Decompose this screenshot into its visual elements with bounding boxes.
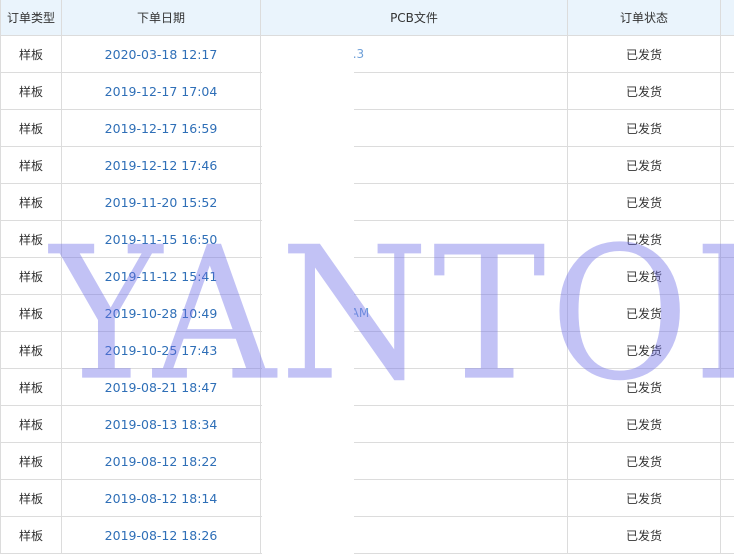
order-date-link[interactable]: 2019-11-12 15:41: [61, 257, 261, 295]
table-row[interactable]: 样板 2019-11-20 15:52 已发货: [0, 183, 734, 221]
pcb-file-cell[interactable]: [260, 405, 568, 443]
order-date-link[interactable]: 2019-12-17 16:59: [61, 109, 261, 147]
order-type-cell: 样板: [0, 405, 62, 443]
pcb-file-cell[interactable]: ...115: [260, 220, 568, 258]
order-date-link[interactable]: 2019-08-13 18:34: [61, 405, 261, 443]
pcb-file-cell[interactable]: ...191028_CAM: [260, 294, 568, 332]
table-header-row: 订单类型 下单日期 PCB文件 订单状态: [0, 0, 734, 36]
order-date-link[interactable]: 2019-11-15 16:50: [61, 220, 261, 258]
order-type-cell: 样板: [0, 479, 62, 517]
order-status-cell: 已发货: [567, 109, 721, 147]
table-row[interactable]: 样板 2019-08-21 18:47 已发货: [0, 368, 734, 406]
table-row[interactable]: 样板 2019-12-17 17:04 已发货: [0, 72, 734, 110]
order-status-cell: 已发货: [567, 442, 721, 480]
column-header-extra: [720, 0, 734, 36]
table-row[interactable]: 样板 2019-12-17 16:59 已发货: [0, 109, 734, 147]
order-type-cell: 样板: [0, 146, 62, 184]
pcb-file-link[interactable]: CA..._IND: [279, 528, 335, 542]
extra-cell: [720, 442, 734, 480]
orders-table: 订单类型 下单日期 PCB文件 订单状态 样板 2020-03-18 12:17.…: [0, 0, 734, 554]
order-date-link[interactable]: 2019-08-21 18:47: [61, 368, 261, 406]
table-row[interactable]: 样板 2019-10-28 10:49 ...191028_CAM 已发货: [0, 294, 734, 332]
pcb-file-cell[interactable]: [260, 72, 568, 110]
order-type-cell: 样板: [0, 72, 62, 110]
pcb-file-cell[interactable]: ...112: [260, 257, 568, 295]
order-status-cell: 已发货: [567, 183, 721, 221]
table-row[interactable]: 样板 2019-08-12 18:14 已发货: [0, 479, 734, 517]
order-status-cell: 已发货: [567, 294, 721, 332]
extra-cell: [720, 294, 734, 332]
order-status-cell: 已发货: [567, 220, 721, 258]
pcb-file-cell[interactable]: [260, 442, 568, 480]
pcb-file-cell[interactable]: ...in_36V_V1.3: [260, 35, 568, 73]
order-type-cell: 样板: [0, 516, 62, 554]
table-row[interactable]: 样板 2019-08-12 18:22 已发货: [0, 442, 734, 480]
extra-cell: [720, 368, 734, 406]
extra-cell: [720, 109, 734, 147]
order-date-link[interactable]: 2019-10-28 10:49: [61, 294, 261, 332]
order-type-cell: 样板: [0, 257, 62, 295]
pcb-file-cell[interactable]: [260, 368, 568, 406]
order-date-link[interactable]: 2019-11-20 15:52: [61, 183, 261, 221]
extra-cell: [720, 72, 734, 110]
column-header-order-date[interactable]: 下单日期: [61, 0, 261, 36]
extra-cell: [720, 516, 734, 554]
order-type-cell: 样板: [0, 220, 62, 258]
pcb-file-link[interactable]: ...191028_CAM: [279, 306, 369, 320]
pcb-file-cell[interactable]: ...191025: [260, 331, 568, 369]
extra-cell: [720, 183, 734, 221]
order-date-link[interactable]: 2019-12-12 17:46: [61, 146, 261, 184]
table-row[interactable]: 样板 2019-11-15 16:50 ...115 已发货: [0, 220, 734, 258]
extra-cell: [720, 405, 734, 443]
order-date-link[interactable]: 2019-08-12 18:14: [61, 479, 261, 517]
order-status-cell: 已发货: [567, 35, 721, 73]
table-row[interactable]: 样板 2019-08-13 18:34 已发货: [0, 405, 734, 443]
pcb-file-link[interactable]: ...212: [279, 158, 313, 172]
pcb-file-link[interactable]: ...115: [279, 232, 313, 246]
order-type-cell: 样板: [0, 331, 62, 369]
order-status-cell: 已发货: [567, 331, 721, 369]
order-status-cell: 已发货: [567, 368, 721, 406]
order-status-cell: 已发货: [567, 146, 721, 184]
pcb-file-link[interactable]: ...in_36V_V1.3: [279, 47, 364, 61]
column-header-order-status[interactable]: 订单状态: [567, 0, 721, 36]
order-type-cell: 样板: [0, 442, 62, 480]
order-type-cell: 样板: [0, 35, 62, 73]
table-row[interactable]: 样板 2020-03-18 12:17 ...in_36V_V1.3 已发货: [0, 35, 734, 73]
extra-cell: [720, 220, 734, 258]
pcb-file-link[interactable]: ...112: [279, 269, 313, 283]
order-status-cell: 已发货: [567, 405, 721, 443]
extra-cell: [720, 35, 734, 73]
column-header-pcb-file[interactable]: PCB文件: [260, 0, 568, 36]
order-date-link[interactable]: 2019-08-12 18:26: [61, 516, 261, 554]
order-type-cell: 样板: [0, 109, 62, 147]
pcb-file-link[interactable]: ...191025: [279, 343, 336, 357]
order-status-cell: 已发货: [567, 516, 721, 554]
order-status-cell: 已发货: [567, 72, 721, 110]
table-row[interactable]: 样板 2019-12-12 17:46 ...212 已发货: [0, 146, 734, 184]
pcb-file-cell[interactable]: [260, 183, 568, 221]
pcb-file-cell[interactable]: CA..._IND: [260, 516, 568, 554]
pcb-file-cell[interactable]: ...212: [260, 146, 568, 184]
order-status-cell: 已发货: [567, 257, 721, 295]
order-type-cell: 样板: [0, 183, 62, 221]
order-type-cell: 样板: [0, 368, 62, 406]
column-header-order-type[interactable]: 订单类型: [0, 0, 62, 36]
pcb-file-cell[interactable]: [260, 109, 568, 147]
order-date-link[interactable]: 2020-03-18 12:17: [61, 35, 261, 73]
table-row[interactable]: 样板 2019-11-12 15:41 ...112 已发货: [0, 257, 734, 295]
extra-cell: [720, 146, 734, 184]
order-date-link[interactable]: 2019-12-17 17:04: [61, 72, 261, 110]
table-row[interactable]: 样板 2019-10-25 17:43 ...191025 已发货: [0, 331, 734, 369]
order-type-cell: 样板: [0, 294, 62, 332]
extra-cell: [720, 257, 734, 295]
pcb-file-cell[interactable]: [260, 479, 568, 517]
extra-cell: [720, 479, 734, 517]
order-date-link[interactable]: 2019-10-25 17:43: [61, 331, 261, 369]
extra-cell: [720, 331, 734, 369]
order-date-link[interactable]: 2019-08-12 18:22: [61, 442, 261, 480]
order-status-cell: 已发货: [567, 479, 721, 517]
table-row[interactable]: 样板 2019-08-12 18:26 CA..._IND 已发货: [0, 516, 734, 554]
